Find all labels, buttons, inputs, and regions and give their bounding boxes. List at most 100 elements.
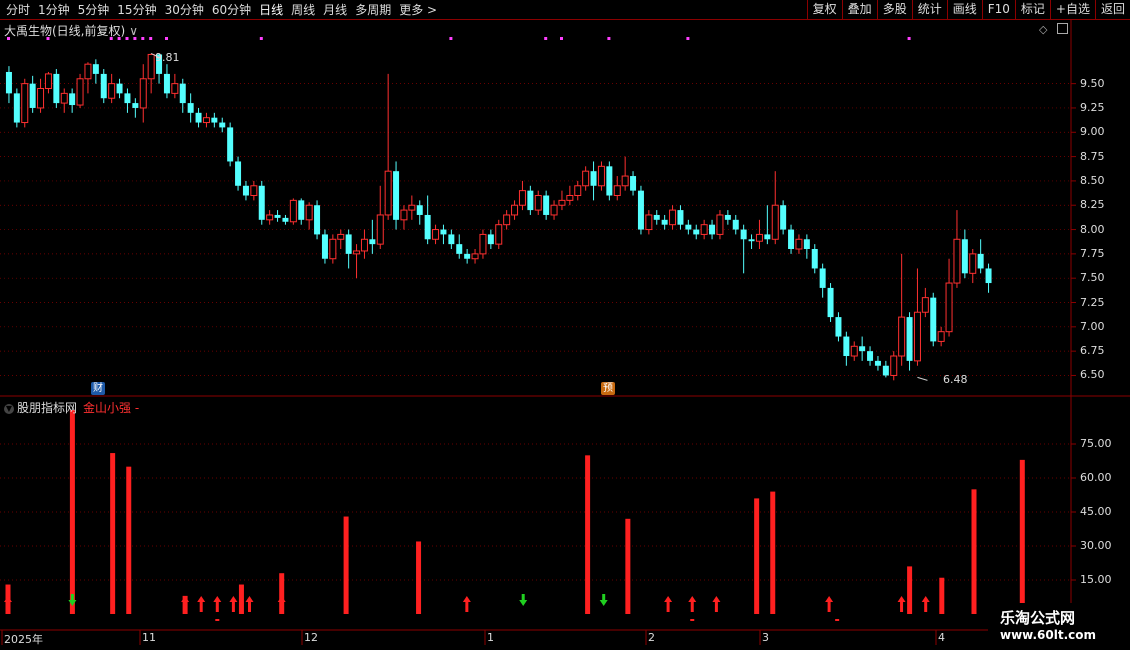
candle-body [5, 71, 12, 94]
buy-arrow-icon [213, 596, 222, 612]
signal-bar [1019, 459, 1025, 614]
candle-body [195, 112, 202, 123]
candle-body [116, 83, 123, 94]
candle-body [534, 195, 542, 211]
signal-bar [625, 518, 631, 614]
info-dot [449, 37, 453, 40]
candle-body [621, 175, 629, 187]
info-dot [907, 37, 911, 40]
indicator-y-tick-label: 30.00 [1080, 539, 1112, 552]
candle-body [400, 209, 408, 221]
candle-body [179, 83, 186, 104]
candle-body [487, 234, 494, 245]
candle-body [835, 317, 842, 337]
y-tick-label: 9.00 [1080, 125, 1105, 139]
candle-body [511, 204, 519, 216]
candle-body [108, 83, 116, 99]
signal-tick [215, 619, 220, 621]
candle-body [69, 93, 76, 106]
candle-body [495, 224, 503, 245]
candle-body [432, 229, 440, 240]
candle-body [661, 219, 668, 225]
candle-body [211, 117, 218, 123]
candle-body [755, 233, 763, 242]
candle-body [424, 214, 431, 240]
candle-body [13, 93, 20, 123]
y-tick-label: 8.00 [1080, 222, 1105, 236]
candle-body [819, 268, 826, 288]
finance-report-badge[interactable]: 财 [91, 382, 105, 395]
signal-bar [754, 498, 760, 614]
x-axis-label: 1 [487, 631, 494, 644]
candle-body [456, 244, 463, 254]
y-tick-label: 7.00 [1080, 319, 1105, 333]
candle-body [345, 234, 352, 254]
stock-chart[interactable] [0, 0, 1130, 650]
candle-body [740, 229, 747, 240]
candle-body [84, 63, 92, 80]
candle-body [464, 253, 471, 259]
candle-body [582, 170, 590, 187]
forecast-badge[interactable]: 预 [601, 382, 615, 395]
signal-bar [343, 516, 349, 614]
window-toggle-icon[interactable] [1057, 23, 1068, 34]
candle-body [219, 122, 226, 128]
watermark-title: 乐淘公式网 [1000, 609, 1076, 627]
candle-body [235, 161, 242, 186]
candle-body [969, 253, 977, 274]
indicator-formula: 金山小强 - [83, 401, 140, 415]
candle-body [92, 64, 99, 74]
candle-body [132, 103, 139, 108]
buy-arrow-icon [181, 596, 190, 612]
info-dot [165, 37, 168, 40]
candle-body [945, 282, 953, 333]
candle-body [693, 229, 700, 235]
diamond-icon[interactable]: ◇ [1039, 23, 1047, 36]
candle-body [898, 316, 906, 357]
candle-body [606, 166, 613, 196]
signal-bar [416, 541, 422, 614]
chevron-down-icon[interactable]: ▼ [4, 403, 14, 414]
candle-body [384, 170, 392, 216]
signal-bar [939, 577, 945, 614]
candle-body [37, 88, 45, 109]
y-tick-label: 8.25 [1080, 198, 1105, 212]
candle-body [803, 239, 810, 250]
info-dot [607, 37, 611, 40]
candle-body [29, 83, 36, 108]
buy-arrow-icon [277, 596, 286, 612]
candle-body [314, 205, 321, 235]
indicator-y-tick-label: 45.00 [1080, 505, 1112, 518]
candle-body [613, 185, 621, 197]
candle-body [21, 83, 29, 124]
candle-body [913, 311, 921, 362]
candle-body [503, 214, 511, 226]
candle-body [709, 224, 716, 235]
candle-body [937, 331, 945, 342]
buy-arrow-icon [921, 596, 930, 612]
candle-body [369, 239, 376, 245]
candle-body [227, 127, 234, 162]
candle-body [76, 78, 84, 106]
candle-body [890, 355, 898, 376]
candle-body [416, 205, 423, 215]
y-tick-label: 7.25 [1080, 295, 1105, 309]
chevron-down-icon[interactable]: ∨ [129, 24, 138, 38]
indicator-y-tick-label: 75.00 [1080, 437, 1112, 450]
candle-body [795, 238, 803, 250]
y-tick-label: 7.75 [1080, 246, 1105, 260]
candle-body [630, 176, 637, 191]
candle-body [550, 204, 558, 216]
indicator-y-tick-label: 15.00 [1080, 573, 1112, 586]
buy-arrow-icon [688, 596, 697, 612]
candle-body [653, 214, 660, 220]
x-axis-label: 11 [142, 631, 156, 644]
candle-body [788, 229, 795, 250]
sell-arrow-icon [68, 594, 77, 606]
x-axis-label: 4 [938, 631, 945, 644]
candle-body [558, 199, 566, 206]
buy-arrow-icon [712, 596, 721, 612]
signal-bar [907, 566, 913, 614]
candle-body [597, 165, 605, 187]
candle-body [187, 103, 194, 113]
